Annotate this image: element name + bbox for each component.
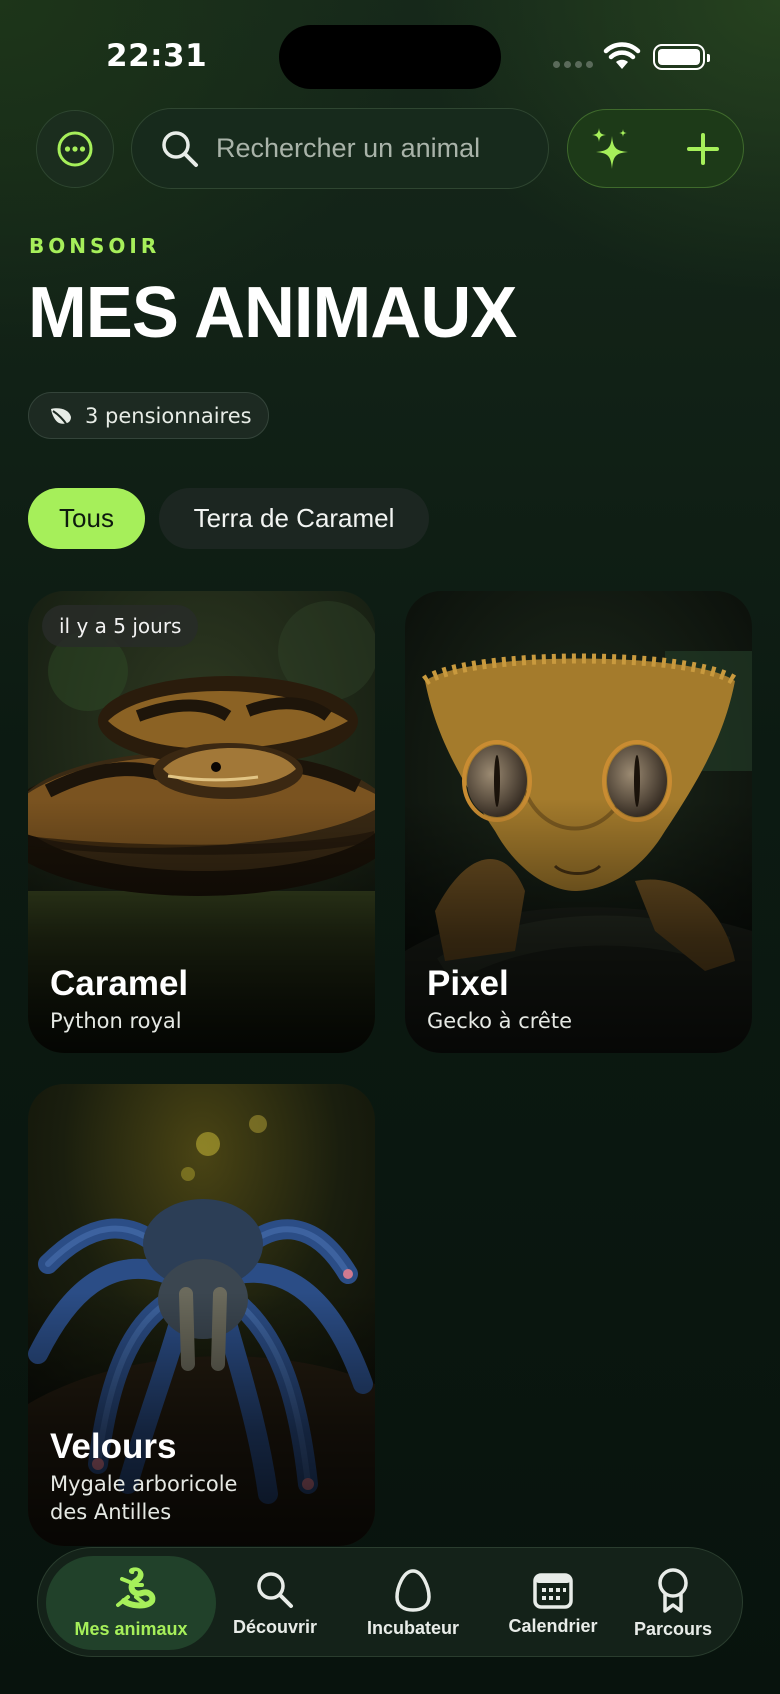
- tab-mes-animaux[interactable]: Mes animaux: [46, 1556, 216, 1650]
- tab-label: Découvrir: [232, 1616, 318, 1637]
- page-title: MES ANIMAUX: [28, 273, 517, 353]
- tab-label: Incubateur: [366, 1617, 459, 1638]
- status-bar: 22:31: [0, 0, 780, 110]
- animal-name: Velours: [50, 1427, 177, 1466]
- animal-name: Caramel: [50, 964, 189, 1003]
- pet-count-label: 3 pensionnaires: [85, 403, 252, 428]
- filter-chip-all[interactable]: Tous: [28, 488, 145, 549]
- calendar-icon: [533, 1572, 573, 1609]
- header-actions: [567, 109, 744, 188]
- animal-species: Gecko à crête: [427, 1009, 573, 1033]
- search-placeholder: Rechercher un animal: [216, 133, 481, 163]
- wifi-icon: [603, 42, 641, 69]
- animal-card-velours[interactable]: Velours Mygale arboricole des Antilles: [28, 1084, 375, 1546]
- search-icon: [162, 130, 198, 167]
- tab-incubateur[interactable]: Incubateur: [348, 1548, 478, 1658]
- animal-species-line2: des Antilles: [50, 1500, 172, 1524]
- battery-icon: [653, 44, 710, 70]
- tab-label: Parcours: [633, 1618, 713, 1639]
- gecko-icon: [116, 1567, 156, 1608]
- tab-decouvrir[interactable]: Découvrir: [220, 1548, 330, 1658]
- award-ribbon-icon: [658, 1567, 688, 1613]
- tab-label: Calendrier: [508, 1615, 598, 1636]
- dynamic-island: [279, 25, 501, 89]
- animal-card-caramel[interactable]: il y a 5 jours Caramel Python royal: [28, 591, 375, 1053]
- more-menu-button[interactable]: [36, 110, 114, 188]
- cellular-signal-icon: [553, 61, 593, 68]
- pet-count-badge: 3 pensionnaires: [28, 392, 269, 439]
- leaf-icon: [51, 407, 71, 426]
- tab-calendrier[interactable]: Calendrier: [488, 1548, 618, 1658]
- status-time: 22:31: [106, 38, 208, 74]
- egg-icon: [395, 1568, 431, 1612]
- animal-species-line1: Mygale arboricole: [50, 1472, 238, 1496]
- sparkles-icon[interactable]: [590, 126, 632, 172]
- tab-parcours[interactable]: Parcours: [618, 1548, 728, 1658]
- tab-label: Mes animaux: [74, 1618, 188, 1639]
- animal-name: Pixel: [427, 964, 509, 1003]
- tab-bar: Mes animaux Découvrir Incubateur Calendr…: [37, 1547, 743, 1657]
- greeting-label: BONSOIR: [29, 234, 161, 258]
- search-input[interactable]: Rechercher un animal: [131, 108, 549, 189]
- animal-species: Python royal: [50, 1009, 182, 1033]
- ellipsis-icon: [57, 131, 93, 167]
- filter-chip-terrarium[interactable]: Terra de Caramel: [159, 488, 429, 549]
- last-activity-badge: il y a 5 jours: [42, 605, 199, 647]
- plus-icon[interactable]: [685, 131, 721, 167]
- animal-card-pixel[interactable]: Pixel Gecko à crête: [405, 591, 752, 1053]
- search-icon: [257, 1571, 293, 1608]
